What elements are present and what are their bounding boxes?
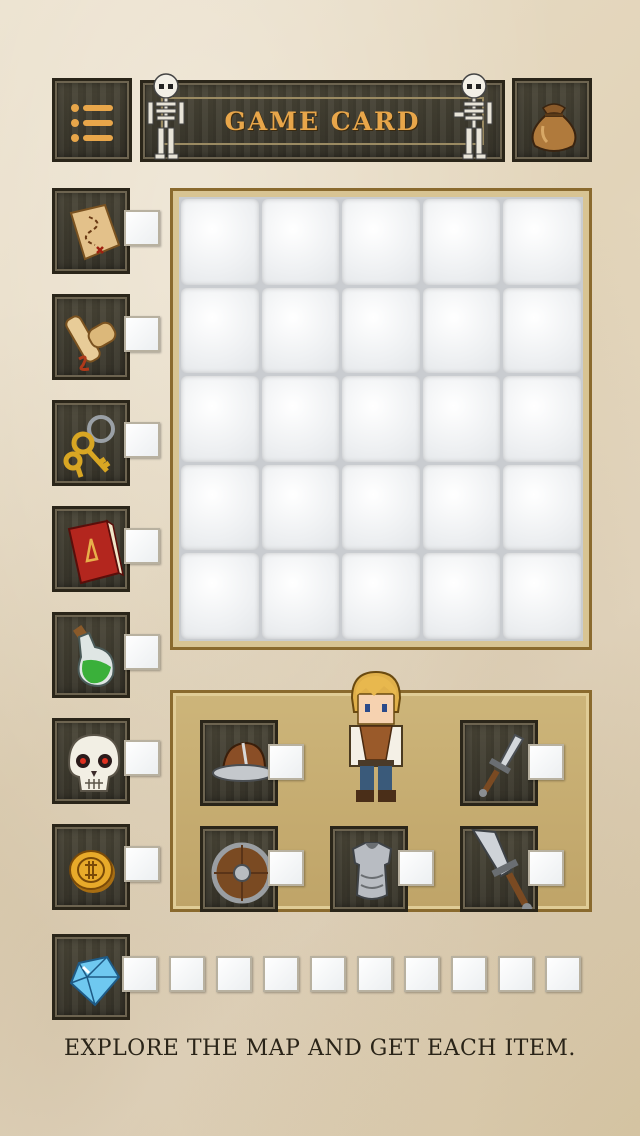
shield-icon bbox=[211, 842, 273, 904]
map-cell[interactable] bbox=[181, 287, 259, 374]
map-cell[interactable] bbox=[503, 464, 581, 551]
map-cell[interactable] bbox=[181, 553, 259, 639]
gem-checkbox-1[interactable] bbox=[122, 956, 158, 992]
item-checkbox-coin[interactable] bbox=[124, 846, 160, 882]
map-cell[interactable] bbox=[503, 199, 581, 285]
map-cell[interactable] bbox=[261, 287, 340, 374]
map-cell[interactable] bbox=[422, 464, 501, 551]
equip-checkbox-armor[interactable] bbox=[398, 850, 434, 886]
menu-button[interactable] bbox=[52, 78, 132, 162]
map-cell[interactable] bbox=[503, 553, 581, 639]
keys-icon bbox=[63, 415, 115, 478]
item-checkbox-skull[interactable] bbox=[124, 740, 160, 776]
item-slot-scroll[interactable] bbox=[52, 294, 130, 380]
equip-checkbox-helmet[interactable] bbox=[268, 744, 304, 780]
gem-checkbox-9[interactable] bbox=[498, 956, 534, 992]
gem-checkbox-5[interactable] bbox=[310, 956, 346, 992]
item-slot-map[interactable] bbox=[52, 188, 130, 274]
gem-checkbox-3[interactable] bbox=[216, 956, 252, 992]
equip-slot-sword[interactable] bbox=[460, 826, 538, 912]
skull-icon bbox=[67, 733, 121, 792]
helmet-icon bbox=[212, 741, 274, 782]
instruction-text: EXPLORE THE MAP AND GET EACH ITEM. bbox=[64, 1036, 576, 1061]
item-slot-spellbook[interactable] bbox=[52, 506, 130, 592]
gem-checkbox-10[interactable] bbox=[545, 956, 581, 992]
map-cell[interactable] bbox=[422, 376, 501, 462]
gem-checkbox-4[interactable] bbox=[263, 956, 299, 992]
map-cell[interactable] bbox=[342, 464, 420, 551]
equip-slot-helmet[interactable] bbox=[200, 720, 278, 806]
scroll-icon bbox=[65, 315, 117, 371]
map-cell[interactable] bbox=[342, 287, 420, 374]
map-cell[interactable] bbox=[261, 464, 340, 551]
map-cell[interactable] bbox=[181, 376, 259, 462]
armor-icon bbox=[351, 842, 393, 900]
equip-checkbox-dagger[interactable] bbox=[528, 744, 564, 780]
gem-checkbox-6[interactable] bbox=[357, 956, 393, 992]
hero-icon bbox=[349, 670, 403, 802]
sword-icon bbox=[471, 828, 532, 909]
item-slot-potion[interactable] bbox=[52, 612, 130, 698]
title-frame: GAME CARD bbox=[161, 97, 484, 145]
map-cell[interactable] bbox=[261, 376, 340, 462]
coin-bag-icon bbox=[531, 103, 577, 152]
item-slot-coin[interactable] bbox=[52, 824, 130, 910]
skeleton-right-icon bbox=[453, 73, 493, 160]
item-checkbox-spellbook[interactable] bbox=[124, 528, 160, 564]
map-cell[interactable] bbox=[422, 199, 501, 285]
map-cell[interactable] bbox=[181, 464, 259, 551]
map-cell[interactable] bbox=[181, 199, 259, 285]
item-checkbox-scroll[interactable] bbox=[124, 316, 160, 352]
equip-checkbox-shield[interactable] bbox=[268, 850, 304, 886]
gem-icon bbox=[69, 955, 121, 1007]
map-cell[interactable] bbox=[342, 376, 420, 462]
map-cell[interactable] bbox=[422, 553, 501, 639]
map-frame bbox=[170, 188, 592, 650]
equip-checkbox-sword[interactable] bbox=[528, 850, 564, 886]
item-slot-skull[interactable] bbox=[52, 718, 130, 804]
menu-list-icon bbox=[71, 104, 113, 142]
map-cell[interactable] bbox=[503, 376, 581, 462]
coin-icon bbox=[69, 850, 115, 893]
gem-checkbox-2[interactable] bbox=[169, 956, 205, 992]
dagger-icon bbox=[479, 733, 525, 797]
equip-slot-shield[interactable] bbox=[200, 826, 278, 912]
title-plank: GAME CARD bbox=[140, 80, 505, 162]
item-checkbox-map[interactable] bbox=[124, 210, 160, 246]
map-icon bbox=[69, 203, 121, 261]
map-cell[interactable] bbox=[261, 553, 340, 639]
map-cell[interactable] bbox=[422, 287, 501, 374]
map-grid bbox=[179, 197, 583, 641]
item-slot-gem[interactable] bbox=[52, 934, 130, 1020]
item-checkbox-keys[interactable] bbox=[124, 422, 160, 458]
gem-checkbox-7[interactable] bbox=[404, 956, 440, 992]
potion-icon bbox=[73, 625, 115, 687]
map-cell[interactable] bbox=[342, 199, 420, 285]
book-icon bbox=[67, 519, 125, 585]
map-cell[interactable] bbox=[261, 199, 340, 285]
page-title: GAME CARD bbox=[224, 106, 421, 136]
gem-checkbox-8[interactable] bbox=[451, 956, 487, 992]
bag-button[interactable] bbox=[512, 78, 592, 162]
equip-slot-armor[interactable] bbox=[330, 826, 408, 912]
map-cell[interactable] bbox=[503, 287, 581, 374]
skeleton-left-icon bbox=[147, 73, 185, 160]
item-checkbox-potion[interactable] bbox=[124, 634, 160, 670]
equip-slot-dagger[interactable] bbox=[460, 720, 538, 806]
item-slot-keys[interactable] bbox=[52, 400, 130, 486]
map-cell[interactable] bbox=[342, 553, 420, 639]
